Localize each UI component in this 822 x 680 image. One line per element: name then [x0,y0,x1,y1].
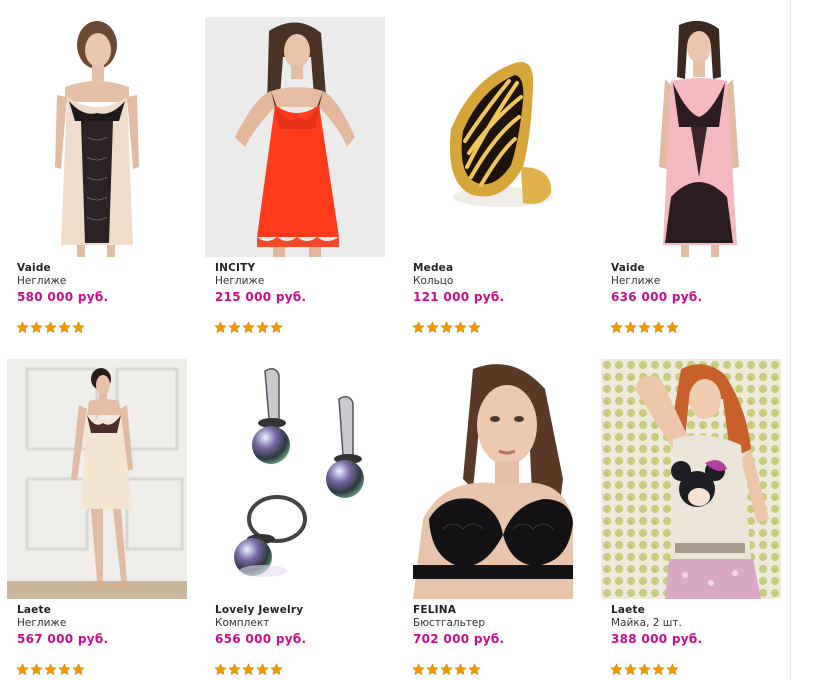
product-image[interactable] [205,359,385,599]
product-price: 580 000 руб. [17,290,109,304]
product-category: Майка, 2 шт. [611,617,682,629]
product-category: Неглиже [17,275,67,287]
product-price: 388 000 руб. [611,632,703,646]
product-brand[interactable]: INCITY [215,262,390,275]
product-price: 215 000 руб. [215,290,307,304]
star-icon [610,663,623,676]
rating-stars [16,663,85,676]
star-icon [454,663,467,676]
product-image[interactable] [7,17,187,257]
star-icon [624,321,637,334]
star-icon [228,321,241,334]
product-brand[interactable]: FELINA [413,604,588,617]
star-icon [242,663,255,676]
product-price: 702 000 руб. [413,632,505,646]
star-icon [652,663,665,676]
star-icon [30,321,43,334]
star-icon [242,321,255,334]
star-icon [16,321,29,334]
product-price: 656 000 руб. [215,632,307,646]
star-icon [270,663,283,676]
star-icon [440,663,453,676]
product-info: Lovely Jewelry Комплект 656 000 руб. [215,604,390,647]
product-category: Кольцо [413,275,454,287]
product-image[interactable] [7,359,187,599]
star-icon [44,663,57,676]
product-brand[interactable]: Vaide [17,262,192,275]
star-icon [256,321,269,334]
product-info: INCITY Неглиже 215 000 руб. [215,262,390,305]
product-info: Laete Майка, 2 шт. 388 000 руб. [611,604,786,647]
rating-stars [610,321,679,334]
rating-stars [16,321,85,334]
rating-stars [214,321,283,334]
star-icon [412,663,425,676]
product-price: 636 000 руб. [611,290,703,304]
star-icon [412,321,425,334]
rating-stars [214,663,283,676]
product-category: Неглиже [17,617,67,629]
star-icon [58,663,71,676]
product-category: Бюстгальтер [413,617,486,629]
star-icon [666,321,679,334]
product-category: Неглиже [611,275,661,287]
star-icon [652,321,665,334]
page-divider-line [790,0,791,680]
star-icon [610,321,623,334]
star-icon [214,663,227,676]
star-icon [256,663,269,676]
star-icon [624,663,637,676]
product-grid: Vaide Неглиже 580 000 руб. INCITY Неглиж… [0,0,790,680]
product-info: Medea Кольцо 121 000 руб. [413,262,588,305]
star-icon [468,321,481,334]
product-price: 567 000 руб. [17,632,109,646]
star-icon [30,663,43,676]
product-brand[interactable]: Lovely Jewelry [215,604,390,617]
product-image[interactable] [403,17,583,257]
product-category: Неглиже [215,275,265,287]
product-image[interactable] [601,17,781,257]
product-brand[interactable]: Laete [17,604,192,617]
star-icon [440,321,453,334]
rating-stars [412,321,481,334]
star-icon [468,663,481,676]
product-info: Laete Неглиже 567 000 руб. [17,604,192,647]
product-brand[interactable]: Medea [413,262,588,275]
star-icon [666,663,679,676]
product-info: FELINA Бюстгальтер 702 000 руб. [413,604,588,647]
product-price: 121 000 руб. [413,290,505,304]
star-icon [228,663,241,676]
product-info: Vaide Неглиже 636 000 руб. [611,262,786,305]
star-icon [638,663,651,676]
product-image[interactable] [601,359,781,599]
star-icon [426,321,439,334]
star-icon [72,663,85,676]
star-icon [214,321,227,334]
star-icon [638,321,651,334]
product-category: Комплект [215,617,270,629]
star-icon [72,321,85,334]
rating-stars [610,663,679,676]
product-image[interactable] [403,359,583,599]
star-icon [426,663,439,676]
star-icon [58,321,71,334]
product-brand[interactable]: Laete [611,604,786,617]
product-info: Vaide Неглиже 580 000 руб. [17,262,192,305]
star-icon [454,321,467,334]
rating-stars [412,663,481,676]
product-brand[interactable]: Vaide [611,262,786,275]
product-image[interactable] [205,17,385,257]
star-icon [16,663,29,676]
star-icon [270,321,283,334]
star-icon [44,321,57,334]
